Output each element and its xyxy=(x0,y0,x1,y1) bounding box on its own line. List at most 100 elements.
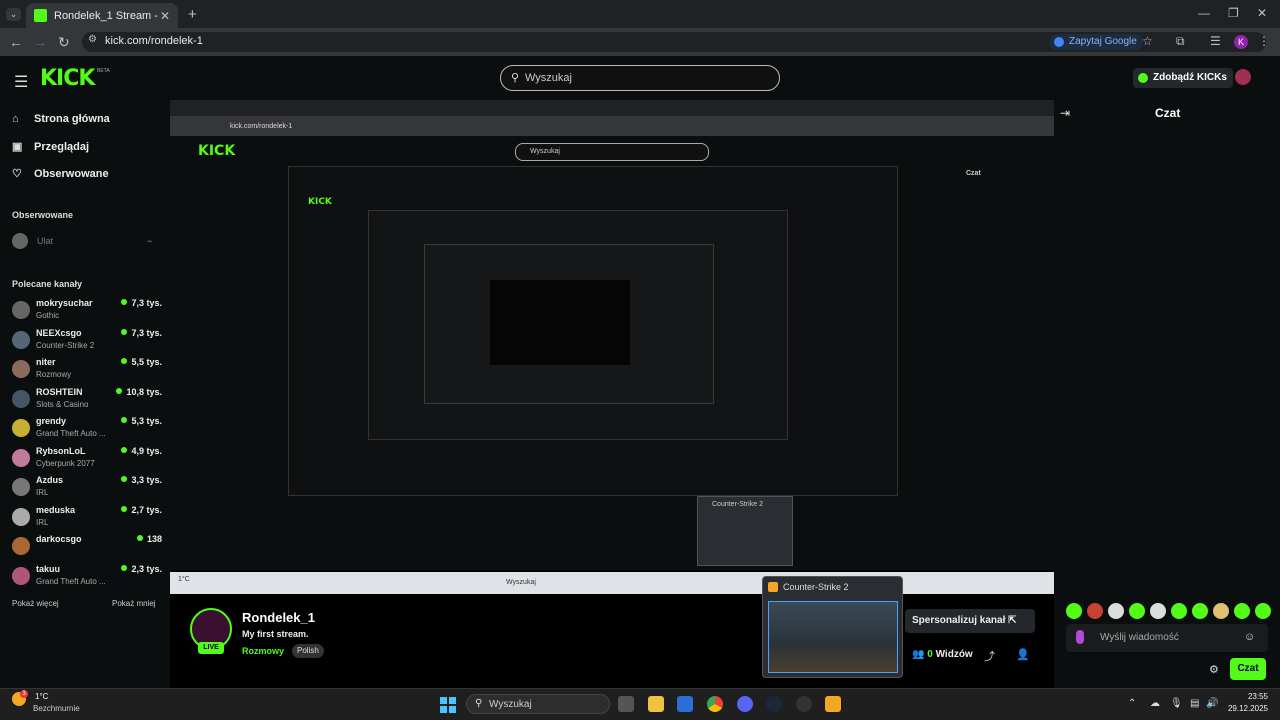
close-window-icon[interactable]: ✕ xyxy=(1257,6,1267,20)
share-icon[interactable]: ⤴ xyxy=(984,648,995,664)
get-kicks-button[interactable]: Zdobądź KICKs xyxy=(1133,68,1233,88)
browser-tab[interactable]: Rondelek_1 Stream - Watch Li ✕ xyxy=(26,3,178,28)
channel-category: IRL xyxy=(36,517,49,527)
emote-icon[interactable] xyxy=(1108,603,1124,619)
task-view-icon[interactable] xyxy=(618,696,634,712)
maximize-icon[interactable]: ❐ xyxy=(1228,6,1239,20)
taskbar-search[interactable]: ⚲ Wyszukaj xyxy=(466,694,610,714)
send-chat-button[interactable]: Czat xyxy=(1230,658,1266,680)
channel-category: Rozmowy xyxy=(36,370,72,379)
personalize-channel-button[interactable]: Spersonalizuj kanał ⇱ xyxy=(905,609,1035,633)
new-tab-button[interactable]: + xyxy=(188,6,197,23)
profile-avatar[interactable]: K xyxy=(1234,35,1248,49)
emote-icon[interactable] xyxy=(1192,603,1208,619)
steam-icon[interactable] xyxy=(766,696,782,712)
language-tag[interactable]: Polish xyxy=(292,644,324,658)
channel-viewers: 5,5 tys. xyxy=(121,357,162,367)
browser-menu-icon[interactable]: ⋮ xyxy=(1258,34,1270,48)
sidebar-channel[interactable]: RybsonLoL Cyberpunk 2077 4,9 tys. xyxy=(12,446,162,474)
site-info-icon[interactable]: ⚙ xyxy=(88,34,97,45)
channel-category: Slots & Casino xyxy=(36,399,89,409)
show-more-link[interactable]: Pokaż więcej xyxy=(12,599,59,608)
emote-icon[interactable] xyxy=(1087,603,1103,619)
file-explorer-icon[interactable] xyxy=(648,696,664,712)
emote-icon[interactable] xyxy=(1066,603,1082,619)
reload-icon[interactable]: ↻ xyxy=(58,34,70,51)
sidebar-channel[interactable]: takuu Grand Theft Auto ... 2,3 tys. xyxy=(12,564,162,592)
sidebar-channel[interactable]: niter Rozmowy 5,5 tys. xyxy=(12,357,162,385)
obs-icon[interactable] xyxy=(796,696,812,712)
user-avatar[interactable] xyxy=(1235,69,1251,85)
live-badge: LIVE xyxy=(198,642,224,654)
emote-icon[interactable] xyxy=(1255,603,1271,619)
sidebar-item-browse[interactable]: ▣ Przeglądaj xyxy=(12,140,89,153)
sidebar-channel[interactable]: NEEXcsgo Counter-Strike 2 7,3 tys. xyxy=(12,328,162,356)
external-link-icon: ⇱ xyxy=(1008,615,1017,626)
avatar xyxy=(12,566,30,585)
followed-channel[interactable]: Ulat ⌁ xyxy=(12,233,152,249)
date[interactable]: 29.12.2025 xyxy=(1208,704,1268,713)
emote-icon[interactable] xyxy=(1129,603,1145,619)
show-less-link[interactable]: Pokaż mniej xyxy=(112,599,156,608)
sidebar-channel[interactable]: meduska IRL 2,7 tys. xyxy=(12,505,162,533)
sidebar-channel[interactable]: grendy Grand Theft Auto ... 5,3 tys. xyxy=(12,416,162,444)
extensions-icon[interactable]: ⧉ xyxy=(1176,34,1185,49)
search-input[interactable]: ⚲ Wyszukaj xyxy=(500,65,780,91)
emote-icon[interactable] xyxy=(1234,603,1250,619)
emote-icon[interactable] xyxy=(1171,603,1187,619)
close-tab-icon[interactable]: ✕ xyxy=(160,9,170,23)
channel-name: NEEXcsgo xyxy=(36,327,82,338)
url-text[interactable]: kick.com/rondelek-1 xyxy=(105,35,203,47)
weather-condition[interactable]: Bezchmurnie xyxy=(33,704,80,713)
sidebar-item-following[interactable]: ♡ Obserwowane xyxy=(12,167,109,180)
back-icon[interactable]: ← xyxy=(9,34,23,50)
temperature[interactable]: 1°C xyxy=(35,692,48,701)
ask-google-button[interactable]: Zapytaj Google xyxy=(1049,34,1143,50)
chrome-icon[interactable] xyxy=(707,696,723,712)
emote-icon[interactable] xyxy=(1213,603,1229,619)
sidebar-channel[interactable]: mokrysuchar Gothic 7,3 tys. xyxy=(12,298,162,326)
avatar xyxy=(12,507,30,526)
menu-icon[interactable]: ☰ xyxy=(14,72,28,92)
emoji-icon[interactable]: ☺ xyxy=(1244,631,1255,643)
chat-message-input[interactable]: Wyślij wiadomość ☺ xyxy=(1066,624,1268,652)
sidebar-channel[interactable]: darkocsgo 138 xyxy=(12,534,162,562)
show-hidden-icons[interactable]: ⌃ xyxy=(1128,698,1136,709)
personalize-label: Spersonalizuj kanał xyxy=(912,615,1006,626)
counter-strike-icon xyxy=(768,582,778,592)
taskbar-preview[interactable]: Counter-Strike 2 xyxy=(762,576,903,678)
nested-preview-title: Counter-Strike 2 xyxy=(712,501,763,508)
emote-icon[interactable] xyxy=(1150,603,1166,619)
bookmark-star-icon[interactable]: ☆ xyxy=(1142,34,1153,48)
kick-logo[interactable]: KICK xyxy=(40,66,95,91)
network-icon[interactable]: ▤ xyxy=(1190,698,1199,709)
nested-address-bar xyxy=(170,116,1054,136)
sidebar-channel[interactable]: ROSHTEIN Slots & Casino 10,8 tys. xyxy=(12,387,162,415)
stream-category[interactable]: Rozmowy xyxy=(242,646,284,656)
viewer-count-label: Widzów xyxy=(935,649,973,660)
forward-icon[interactable]: → xyxy=(33,34,47,50)
sidebar-item-home[interactable]: ⌂ Strona główna xyxy=(12,113,110,125)
discord-icon[interactable] xyxy=(737,696,753,712)
reading-list-icon[interactable]: ☰ xyxy=(1210,34,1221,48)
streamer-name[interactable]: Rondelek_1 xyxy=(242,610,315,625)
mic-icon[interactable]: 🎙 xyxy=(1170,698,1183,709)
start-icon[interactable] xyxy=(440,697,456,713)
tab-search-button[interactable]: ⌄ xyxy=(6,8,21,21)
counter-strike-taskbar-icon[interactable] xyxy=(825,696,841,712)
microphone-icon[interactable] xyxy=(1076,630,1084,644)
follow-user-icon[interactable]: 👤 xyxy=(1016,648,1030,661)
collapse-chat-icon[interactable]: ⇥ xyxy=(1060,106,1070,120)
clock[interactable]: 23:55 xyxy=(1222,692,1268,701)
sidebar-item-label: Przeglądaj xyxy=(34,141,90,153)
chat-settings-icon[interactable]: ⚙ xyxy=(1209,663,1219,676)
chat-placeholder: Wyślij wiadomość xyxy=(1100,632,1179,643)
recommended-heading: Polecane kanały xyxy=(12,279,83,289)
avatar xyxy=(12,389,30,408)
channel-name: darkocsgo xyxy=(36,534,82,544)
store-icon[interactable] xyxy=(677,696,693,712)
minimize-icon[interactable]: — xyxy=(1198,6,1210,20)
channel-category: Grand Theft Auto ... xyxy=(36,429,106,438)
onedrive-icon[interactable]: ☁ xyxy=(1150,698,1160,709)
sidebar-channel[interactable]: Azdus IRL 3,3 tys. xyxy=(12,475,162,503)
